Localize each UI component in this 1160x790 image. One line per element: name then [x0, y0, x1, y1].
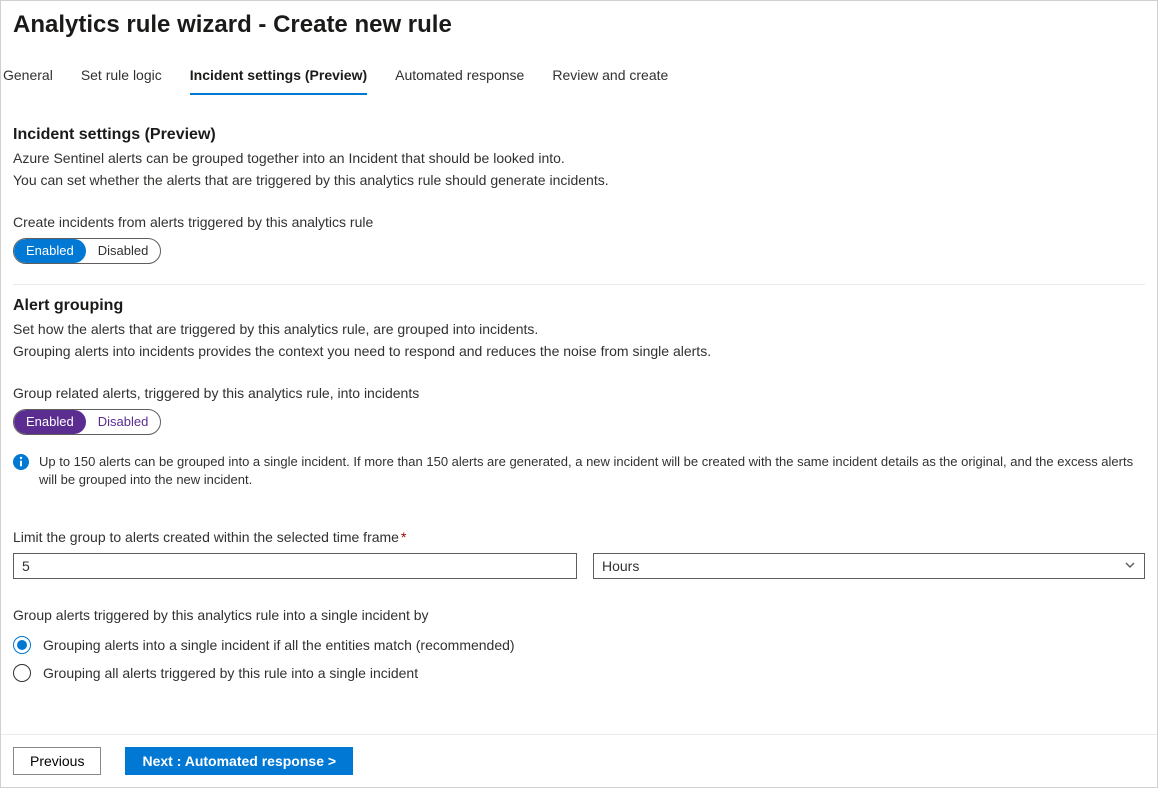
radio-icon — [13, 664, 31, 682]
time-frame-value-input[interactable] — [13, 553, 577, 579]
info-callout: Up to 150 alerts can be grouped into a s… — [13, 453, 1145, 489]
alert-grouping-desc1: Set how the alerts that are triggered by… — [13, 319, 1145, 339]
previous-button[interactable]: Previous — [13, 747, 101, 775]
info-text: Up to 150 alerts can be grouped into a s… — [39, 453, 1145, 489]
toggle-disabled: Disabled — [86, 410, 161, 434]
next-button[interactable]: Next : Automated response > — [125, 747, 353, 775]
incident-settings-desc2: You can set whether the alerts that are … — [13, 170, 1145, 190]
chevron-down-icon — [1124, 559, 1136, 574]
group-related-toggle[interactable]: Enabled Disabled — [13, 409, 161, 435]
page-title: Analytics rule wizard - Create new rule — [1, 1, 1157, 39]
group-by-label: Group alerts triggered by this analytics… — [13, 607, 1145, 623]
create-incidents-toggle[interactable]: Enabled Disabled — [13, 238, 161, 264]
radio-label: Grouping all alerts triggered by this ru… — [43, 665, 418, 681]
group-by-radio-all-entities-match[interactable]: Grouping alerts into a single incident i… — [13, 631, 1145, 659]
group-by-radio-all-alerts[interactable]: Grouping all alerts triggered by this ru… — [13, 659, 1145, 684]
radio-icon — [13, 636, 31, 654]
section-divider — [13, 284, 1145, 285]
content-area: Incident settings (Preview) Azure Sentin… — [1, 96, 1157, 684]
tab-set-rule-logic[interactable]: Set rule logic — [81, 67, 162, 95]
wizard-page: Analytics rule wizard - Create new rule … — [0, 0, 1158, 788]
wizard-footer: Previous Next : Automated response > — [1, 734, 1157, 787]
create-incidents-label: Create incidents from alerts triggered b… — [13, 214, 1145, 230]
alert-grouping-desc2: Grouping alerts into incidents provides … — [13, 341, 1145, 361]
tab-incident-settings[interactable]: Incident settings (Preview) — [190, 67, 367, 95]
time-frame-unit-value: Hours — [602, 558, 639, 574]
time-frame-row: Hours — [13, 553, 1145, 579]
info-icon — [13, 454, 29, 470]
required-marker: * — [401, 529, 406, 545]
toggle-enabled: Enabled — [14, 239, 86, 263]
tab-review-and-create[interactable]: Review and create — [552, 67, 668, 95]
alert-grouping-title: Alert grouping — [13, 297, 1145, 315]
toggle-disabled: Disabled — [86, 239, 161, 263]
group-by-radio-group: Grouping alerts into a single incident i… — [13, 631, 1145, 684]
tabs: General Set rule logic Incident settings… — [1, 39, 1157, 96]
toggle-enabled: Enabled — [14, 410, 86, 434]
radio-label: Grouping alerts into a single incident i… — [43, 637, 515, 653]
tab-automated-response[interactable]: Automated response — [395, 67, 524, 95]
incident-settings-desc1: Azure Sentinel alerts can be grouped tog… — [13, 148, 1145, 168]
tab-general[interactable]: General — [3, 67, 53, 95]
incident-settings-title: Incident settings (Preview) — [13, 126, 1145, 144]
time-frame-unit-select[interactable]: Hours — [593, 553, 1145, 579]
time-frame-label: Limit the group to alerts created within… — [13, 529, 399, 545]
group-related-label: Group related alerts, triggered by this … — [13, 385, 1145, 401]
